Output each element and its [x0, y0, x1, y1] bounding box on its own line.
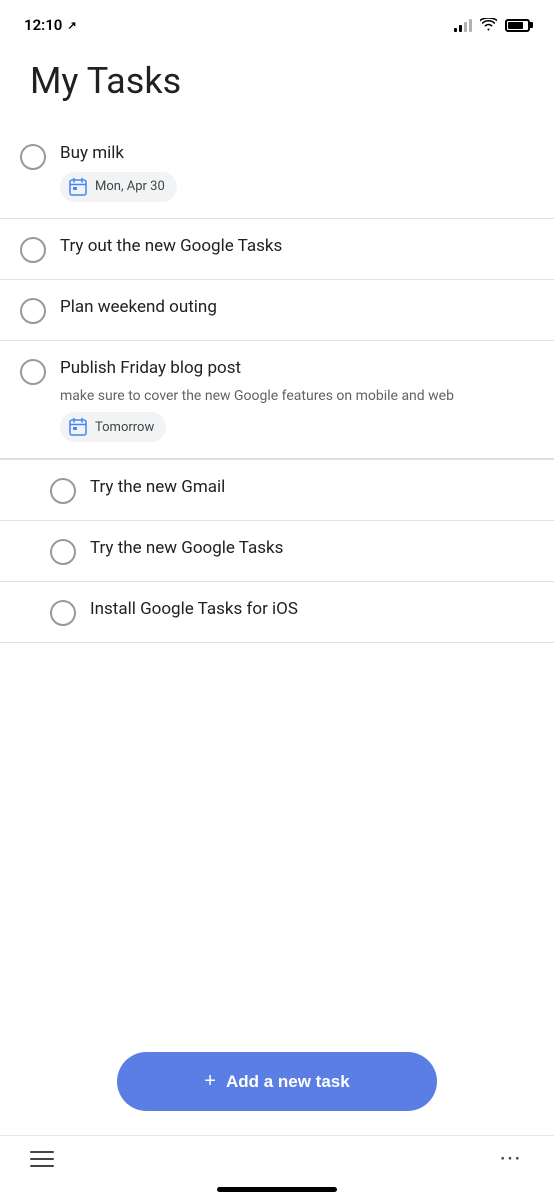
- list-item: Try the new Gmail: [0, 460, 554, 521]
- task-content: Try out the new Google Tasks: [60, 235, 534, 259]
- task-note: make sure to cover the new Google featur…: [60, 387, 534, 407]
- bottom-area: + Add a new task ⋯: [0, 1040, 554, 1200]
- time-text: 12:10: [24, 16, 62, 34]
- task-checkbox-buy-milk[interactable]: [20, 144, 46, 170]
- home-indicator: [217, 1187, 337, 1192]
- task-checkbox-try-google-tasks-2[interactable]: [50, 539, 76, 565]
- add-task-label: Add a new task: [226, 1072, 350, 1092]
- menu-button[interactable]: [30, 1151, 54, 1167]
- task-list: Buy milk Mon, Apr 30 Try out the new Goo…: [0, 126, 554, 643]
- task-title: Buy milk: [60, 142, 534, 166]
- add-task-wrapper: + Add a new task: [0, 1040, 554, 1135]
- task-checkbox-install-ios[interactable]: [50, 600, 76, 626]
- task-title: Try the new Gmail: [90, 476, 534, 500]
- list-item: Install Google Tasks for iOS: [0, 582, 554, 643]
- task-checkbox-try-gmail[interactable]: [50, 478, 76, 504]
- bottom-nav: ⋯: [0, 1135, 554, 1187]
- task-title: Try out the new Google Tasks: [60, 235, 534, 259]
- list-item: Plan weekend outing: [0, 280, 554, 341]
- task-date-badge[interactable]: Mon, Apr 30: [60, 172, 177, 202]
- list-item: Try the new Google Tasks: [0, 521, 554, 582]
- task-date-text: Tomorrow: [95, 420, 154, 435]
- task-content: Try the new Gmail: [90, 476, 534, 500]
- task-checkbox-try-google-tasks[interactable]: [20, 237, 46, 263]
- task-title: Publish Friday blog post: [60, 357, 534, 381]
- task-date-text: Mon, Apr 30: [95, 179, 165, 194]
- add-task-button[interactable]: + Add a new task: [117, 1052, 437, 1111]
- task-title: Install Google Tasks for iOS: [90, 598, 534, 622]
- list-item: Publish Friday blog post make sure to co…: [0, 341, 554, 459]
- ellipsis-icon: ⋯: [499, 1146, 524, 1171]
- task-title: Plan weekend outing: [60, 296, 534, 320]
- task-checkbox-plan-weekend[interactable]: [20, 298, 46, 324]
- battery-icon: [505, 19, 530, 32]
- list-item: Buy milk Mon, Apr 30: [0, 126, 554, 219]
- task-content: Install Google Tasks for iOS: [90, 598, 534, 622]
- task-content: Try the new Google Tasks: [90, 537, 534, 561]
- task-content: Publish Friday blog post make sure to co…: [60, 357, 534, 442]
- task-checkbox-publish-blog[interactable]: [20, 359, 46, 385]
- task-content: Buy milk Mon, Apr 30: [60, 142, 534, 202]
- status-icons: [454, 16, 530, 35]
- task-date-badge[interactable]: Tomorrow: [60, 412, 166, 442]
- calendar-icon: [68, 417, 88, 437]
- hamburger-line-3: [30, 1165, 54, 1167]
- location-icon: ↗: [67, 19, 76, 32]
- wifi-icon: [480, 16, 497, 35]
- hamburger-line-2: [30, 1158, 54, 1160]
- plus-icon: +: [204, 1070, 216, 1093]
- hamburger-line-1: [30, 1151, 54, 1153]
- page-title: My Tasks: [0, 44, 554, 126]
- more-button[interactable]: ⋯: [499, 1146, 524, 1171]
- list-item: Try out the new Google Tasks: [0, 219, 554, 280]
- calendar-icon: [68, 177, 88, 197]
- signal-icon: [454, 18, 472, 32]
- status-bar: 12:10 ↗: [0, 0, 554, 44]
- task-title: Try the new Google Tasks: [90, 537, 534, 561]
- task-content: Plan weekend outing: [60, 296, 534, 320]
- status-time: 12:10 ↗: [24, 16, 77, 34]
